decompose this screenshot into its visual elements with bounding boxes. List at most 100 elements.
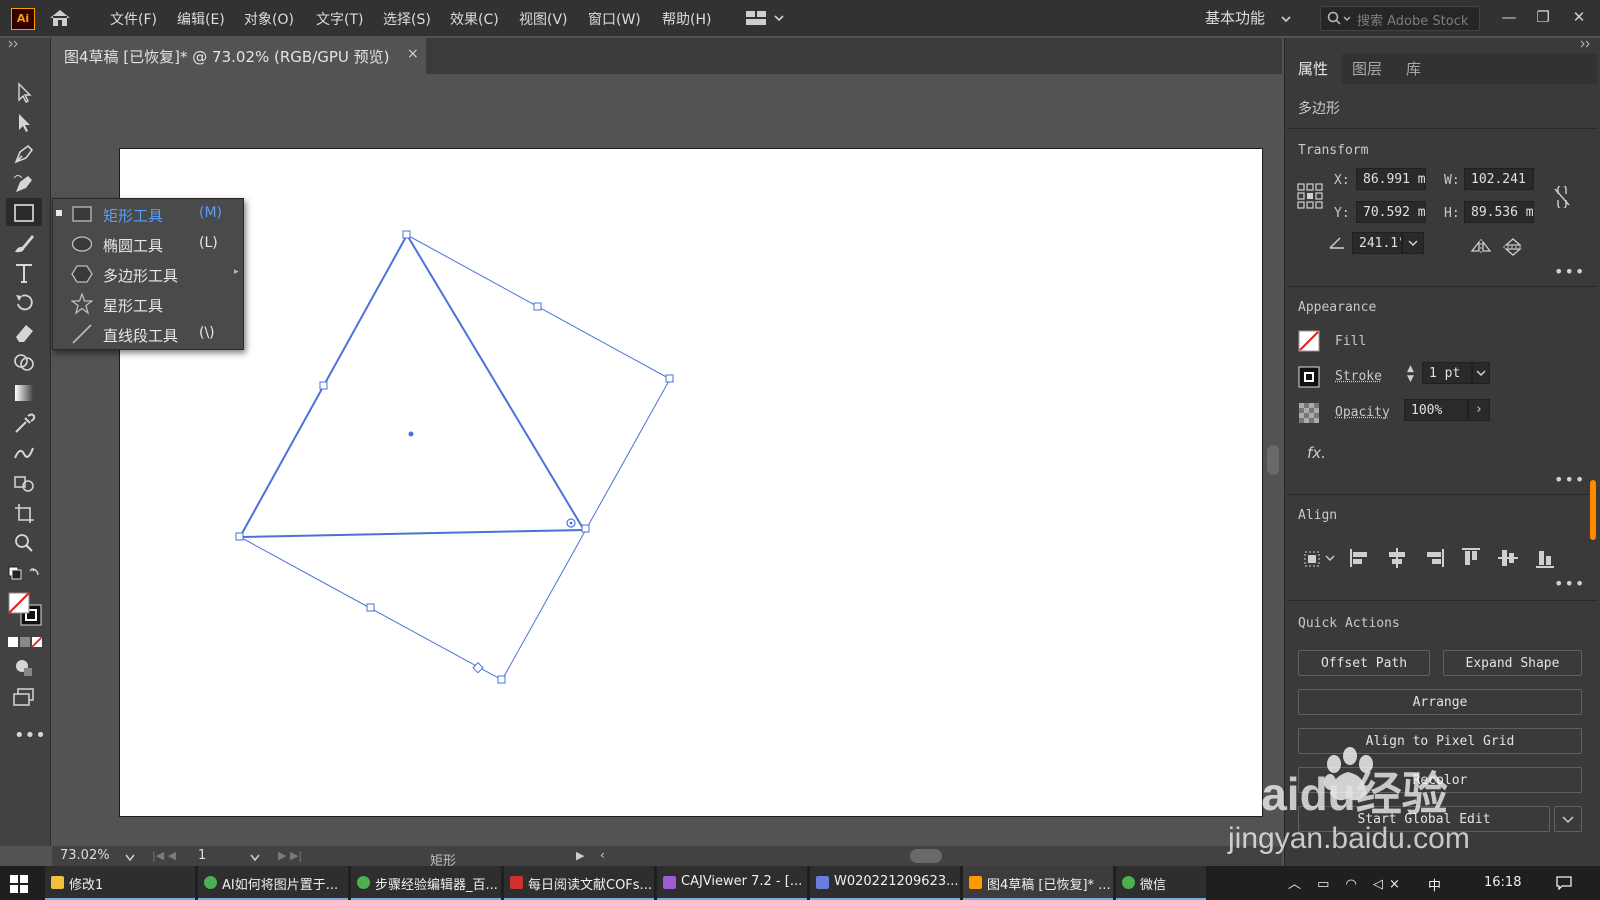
type-tool[interactable] [10,260,38,286]
clock[interactable]: 16:18 [1484,875,1521,890]
tab-libraries[interactable]: 库 [1406,58,1421,79]
flyout-star-tool[interactable]: 星形工具 [53,289,243,319]
taskbar-item-8[interactable]: 微信 [1116,866,1206,900]
color-mode-icons[interactable] [8,634,44,648]
workspace-switcher[interactable]: 基本功能 [1205,7,1265,28]
tab-layers[interactable]: 图层 [1352,58,1382,79]
stock-search-input[interactable]: 搜索 Adobe Stock [1320,6,1480,31]
direct-selection-tool[interactable] [10,110,38,136]
notification-icon[interactable] [1556,876,1572,890]
taskbar-item-5[interactable]: CAJViewer 7.2 - [... [657,866,807,900]
align-top-icon[interactable] [1459,546,1483,570]
eyedropper-tool[interactable] [10,410,38,436]
align-more-icon[interactable]: ••• [1554,574,1585,593]
menu-select[interactable]: 选择(S) [383,9,431,29]
gradient-tool[interactable] [10,380,38,406]
arrange-documents-icon[interactable] [745,9,789,27]
swap-colors-icon[interactable] [8,565,42,595]
taskbar-item-2[interactable]: AI如何将图片置于... [198,866,348,900]
menu-edit[interactable]: 编辑(E) [177,9,225,29]
h-field[interactable]: 89.536 m [1464,201,1534,223]
panel-scroll-thumb[interactable] [1590,480,1596,540]
constrain-proportions-icon[interactable] [1552,186,1572,208]
rotate-tool[interactable] [10,290,38,316]
flyout-rectangle-tool[interactable]: 矩形工具 (M) [53,199,243,229]
taskbar-item-6[interactable]: W020221209623... [810,866,960,900]
global-edit-options[interactable] [1554,806,1582,832]
home-icon[interactable] [48,8,72,28]
menu-help[interactable]: 帮助(H) [662,9,711,29]
flyout-ellipse-tool[interactable]: 椭圆工具 (L) [53,229,243,259]
restore-button[interactable]: ❐ [1530,5,1556,29]
align-right-icon[interactable] [1422,546,1446,570]
close-window-button[interactable]: ✕ [1566,5,1592,29]
fill-none-swatch-icon[interactable] [1298,330,1320,352]
horizontal-scroll-thumb[interactable] [910,849,942,863]
menu-type[interactable]: 文字(T) [316,9,363,29]
tab-properties[interactable]: 属性 [1298,58,1328,79]
shape-builder-tool[interactable] [10,350,38,376]
ime-indicator[interactable]: 中 [1428,875,1441,894]
stroke-stepper-icon[interactable]: ▲ ▼ [1407,364,1414,384]
opacity-field[interactable]: 100% [1404,399,1468,421]
stroke-swatch-icon[interactable] [1298,366,1320,388]
y-field[interactable]: 70.592 m [1356,201,1426,223]
collapse-icon[interactable] [8,40,22,48]
transform-more-icon[interactable]: ••• [1554,262,1585,281]
system-tray-icons[interactable]: ︿ ▭ ◠ ◁× [1288,873,1406,892]
menu-window[interactable]: 窗口(W) [588,9,641,29]
zoom-level[interactable]: 73.02% [60,848,110,863]
more-tools-icon[interactable]: ••• [14,725,46,746]
selection-tool[interactable] [10,80,38,106]
menu-effect[interactable]: 效果(C) [450,9,499,29]
vertical-scroll-thumb[interactable] [1267,445,1279,475]
paintbrush-tool[interactable] [10,230,38,256]
taskbar-item-7[interactable]: 图4草稿 [已恢复]* ... [963,866,1113,900]
collapse-panel-icon[interactable] [1580,40,1594,48]
menu-view[interactable]: 视图(V) [519,9,568,29]
symbol-sprayer-tool[interactable] [10,470,38,496]
opacity-arrow-button[interactable]: › [1468,399,1490,421]
artboard-tool[interactable] [10,500,38,526]
reference-point-icon[interactable] [1297,183,1323,209]
last-artboard-button[interactable]: ▶ ▶| [278,849,302,862]
chevron-down-icon[interactable] [249,853,261,863]
zoom-tool[interactable] [10,530,38,556]
taskbar-item-4[interactable]: 每日阅读文献COFs... [504,866,654,900]
draw-mode-icon[interactable] [10,654,38,680]
menu-file[interactable]: 文件(F) [110,9,157,29]
flip-horizontal-icon[interactable] [1470,238,1492,256]
align-horizontal-center-icon[interactable] [1385,546,1409,570]
align-left-icon[interactable] [1348,546,1372,570]
fill-stroke-swatch[interactable] [8,592,44,628]
align-bottom-icon[interactable] [1533,546,1557,570]
flip-vertical-icon[interactable] [1502,238,1524,256]
expand-shape-button[interactable]: Expand Shape [1443,650,1582,676]
status-menu-arrow[interactable]: ▶ [576,849,584,862]
fx-button[interactable]: fx. [1307,444,1326,462]
offset-path-button[interactable]: Offset Path [1298,650,1430,676]
align-to-selection-icon[interactable] [1302,546,1338,570]
taskbar-item-3[interactable]: 步骤经验编辑器_百... [351,866,501,900]
rotate-dropdown[interactable] [1402,232,1424,254]
document-tab[interactable]: 图4草稿 [已恢复]* @ 73.02% (RGB/GPU 预览) × [52,38,426,74]
stroke-weight-dropdown[interactable] [1472,362,1490,384]
stroke-weight-field[interactable]: 1 pt [1422,362,1472,384]
opacity-label[interactable]: Opacity [1335,405,1390,420]
taskbar-item-1[interactable]: 修改1 [45,866,195,900]
rotate-field[interactable]: 241.1° [1352,232,1402,254]
stroke-label[interactable]: Stroke [1335,369,1382,384]
arrange-button[interactable]: Arrange [1298,689,1582,715]
curvature-tool[interactable] [10,170,38,196]
artboard-number[interactable]: 1 [198,848,206,863]
menu-object[interactable]: 对象(O) [244,9,294,29]
chevron-down-icon[interactable] [124,853,136,863]
pen-tool[interactable] [10,140,38,166]
x-field[interactable]: 86.991 m [1356,168,1426,190]
artboard[interactable] [119,148,1263,817]
minimize-button[interactable]: — [1496,5,1522,29]
appearance-more-icon[interactable]: ••• [1554,470,1585,489]
first-artboard-button[interactable]: |◀ ◀ [152,849,176,862]
blend-tool[interactable] [10,440,38,466]
scroll-left-arrow[interactable]: ‹ [600,848,605,862]
